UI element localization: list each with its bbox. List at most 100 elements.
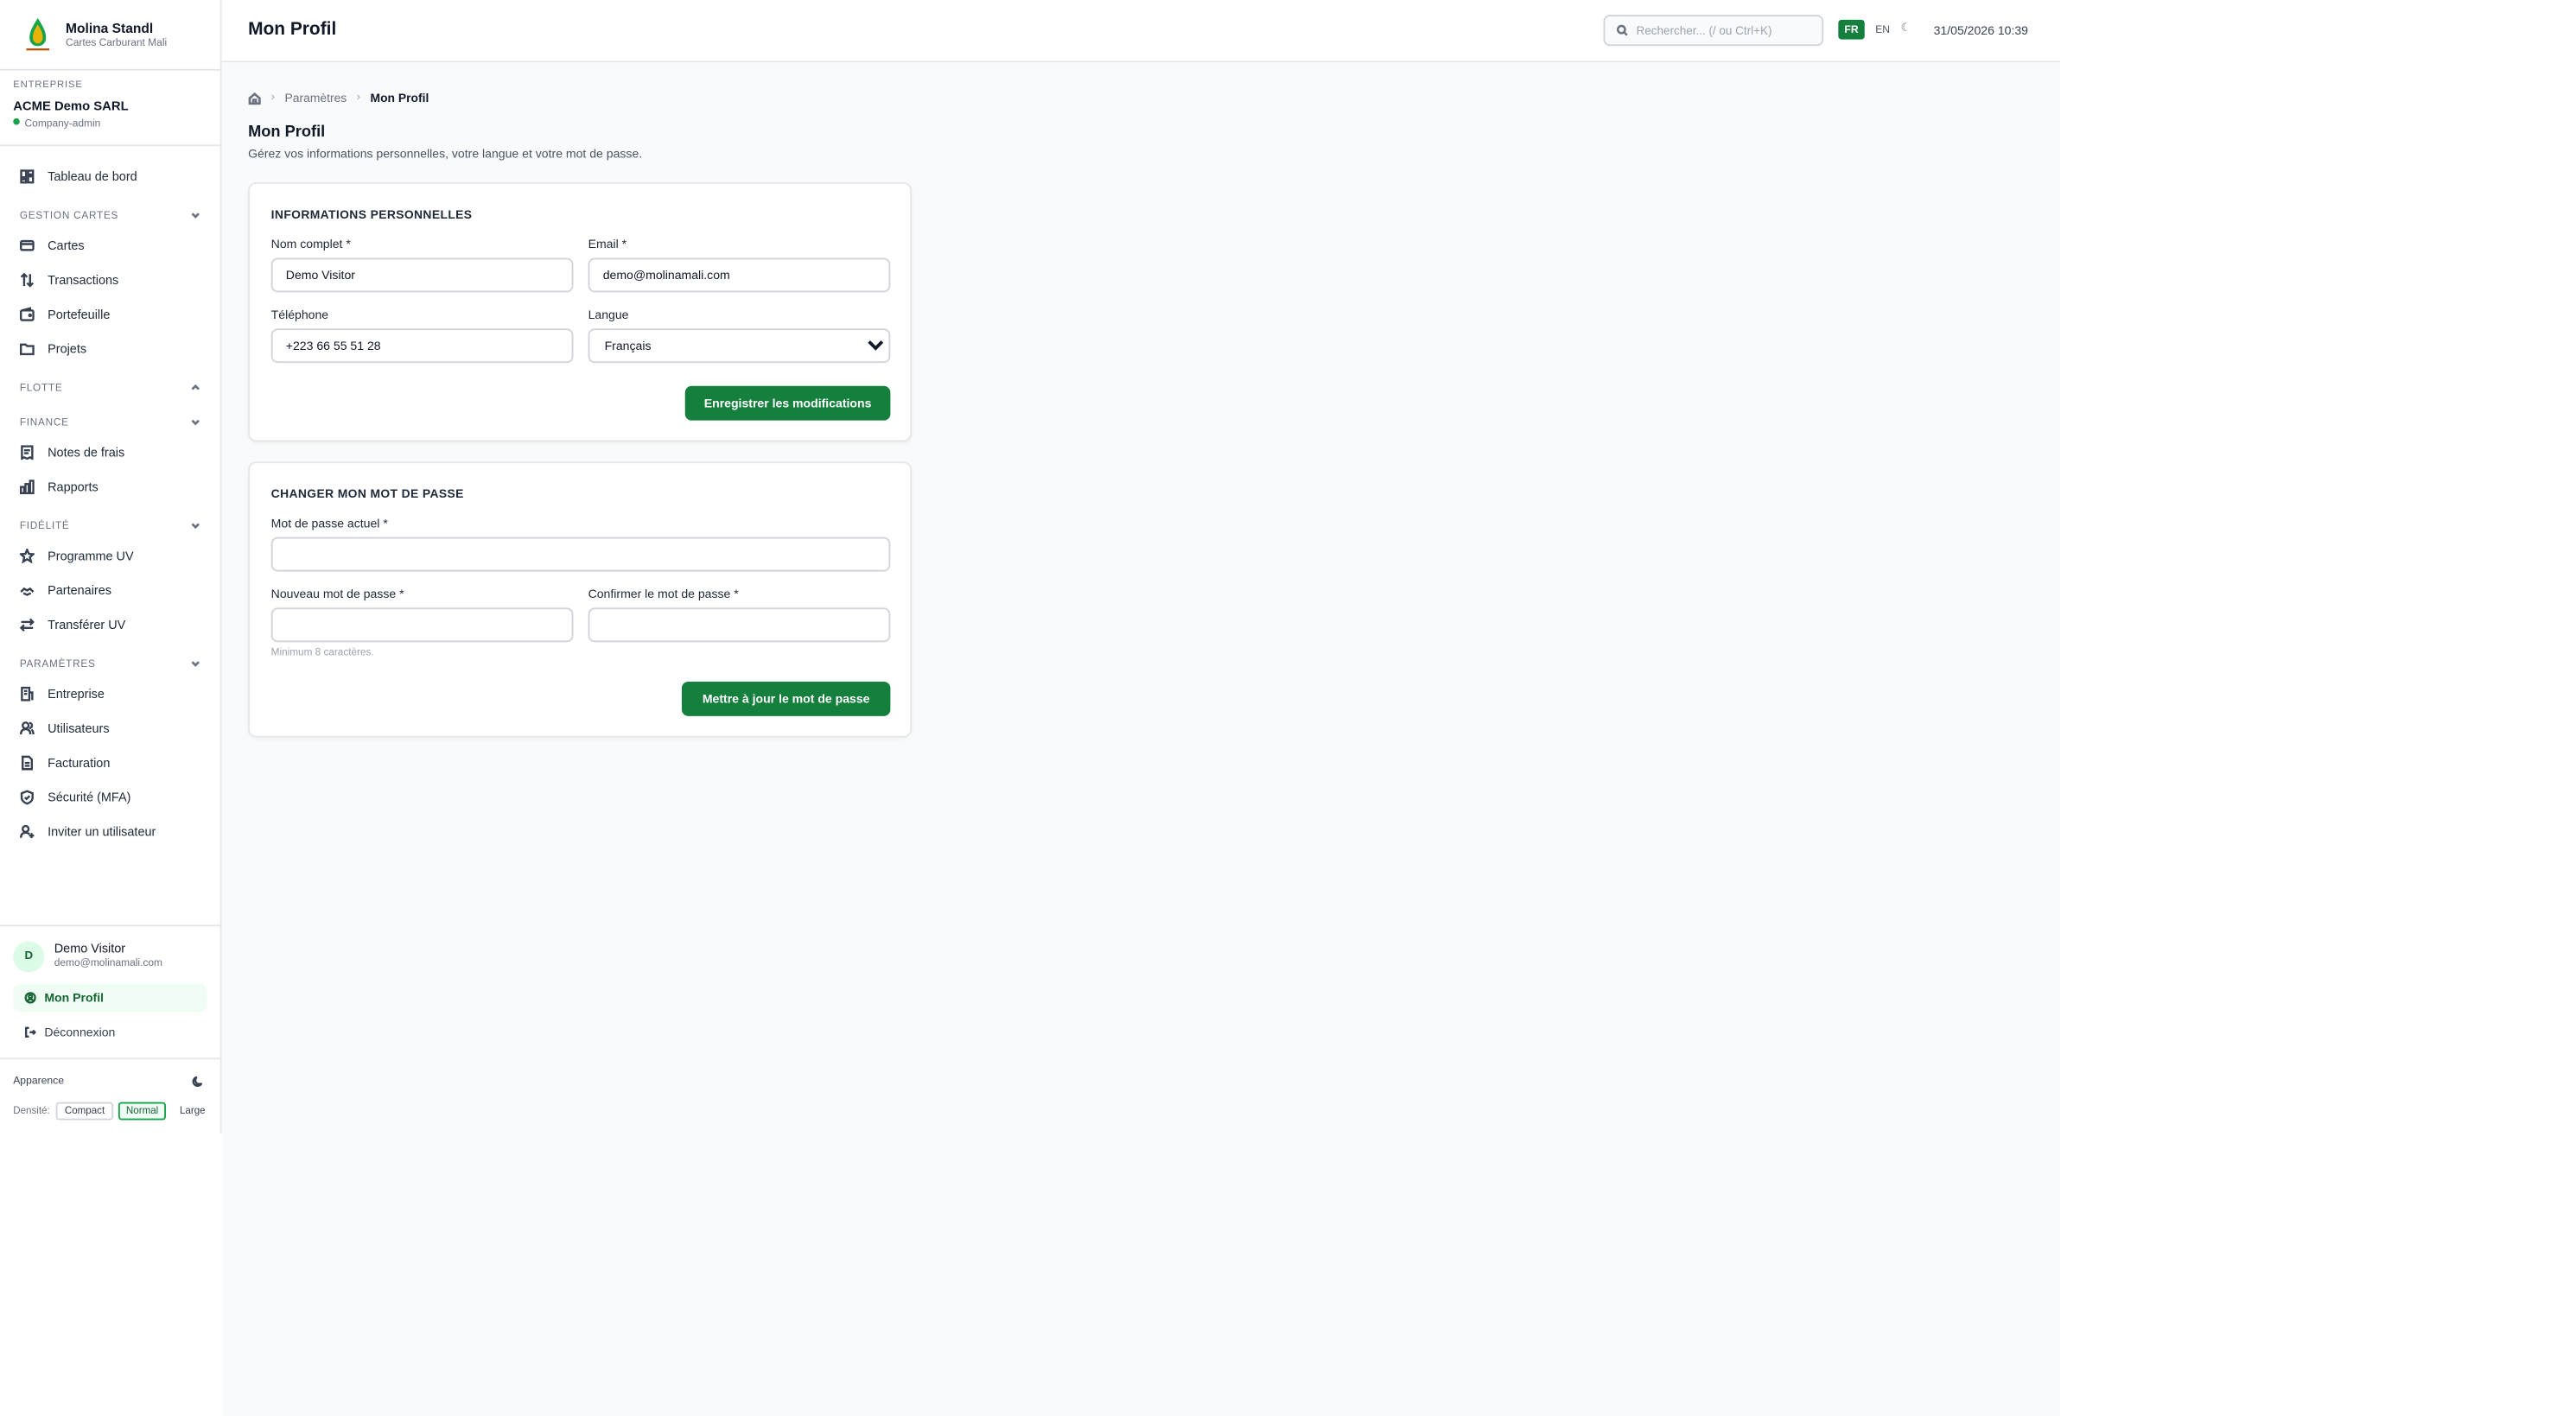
density-label: Densité:	[13, 1105, 50, 1117]
chevron-down-icon	[191, 213, 200, 219]
section-settings[interactable]: PARAMÈTRES	[20, 656, 200, 672]
sidebar-item-portefeuille[interactable]: Portefeuille	[19, 302, 209, 326]
card-title: CHANGER MON MOT DE PASSE	[270, 486, 464, 501]
sidebar-item-rapports[interactable]: Rapports	[19, 474, 209, 498]
topbar: Mon Profil FR EN ☾ 31/05/2026 10:39	[221, 0, 2060, 63]
brand-header: Molina Standl Cartes Carburant Mali	[0, 0, 222, 71]
section-label: GESTION CARTES	[19, 209, 119, 221]
sidebar-item-label: Tableau de bord	[48, 168, 137, 183]
breadcrumb: › Paramètres › Mon Profil	[248, 91, 429, 105]
language-select[interactable]: Français	[588, 328, 891, 364]
home-icon[interactable]	[248, 92, 261, 105]
email-label: Email *	[588, 236, 627, 251]
appearance-row: Apparence	[13, 1076, 204, 1088]
section-finance[interactable]: FINANCE	[20, 414, 200, 430]
breadcrumb-separator: ›	[270, 92, 276, 104]
file-text-icon	[22, 754, 34, 770]
density-compact-button[interactable]: Compact	[56, 1102, 113, 1121]
credit-card-icon	[19, 238, 35, 251]
current-password-label: Mot de passe actuel *	[270, 515, 388, 531]
handshake-icon	[20, 586, 35, 595]
new-password-input[interactable]	[270, 607, 574, 643]
sidebar-item-securite[interactable]: Sécurité (MFA)	[20, 785, 209, 809]
chevron-up-icon	[191, 384, 200, 391]
language-label: Langue	[588, 307, 629, 322]
phone-label: Téléphone	[270, 307, 329, 322]
search-box[interactable]	[1603, 15, 1824, 47]
confirm-password-input[interactable]	[588, 607, 891, 643]
sidebar-item-inviter[interactable]: Inviter un utilisateur	[19, 820, 209, 843]
bar-chart-icon	[19, 479, 35, 494]
save-button[interactable]: Enregistrer les modifications	[684, 385, 891, 421]
sidebar-item-dashboard[interactable]: Tableau de bord	[20, 164, 209, 187]
company-block: ENTREPRISE ACME Demo SARL Company-admin	[0, 71, 222, 147]
personal-info-card: INFORMATIONS PERSONNELLES Nom complet * …	[248, 182, 913, 442]
user-block: D Demo Visitor demo@molinamali.com Mon P…	[0, 924, 222, 1060]
star-icon	[19, 548, 35, 563]
company-name: ACME Demo SARL	[13, 98, 129, 114]
sidebar: Molina Standl Cartes Carburant Mali ENTR…	[0, 0, 222, 1133]
sidebar-item-label: Inviter un utilisateur	[48, 823, 156, 839]
shield-icon	[20, 789, 34, 804]
sidebar-item-cartes[interactable]: Cartes	[19, 233, 209, 257]
section-loyalty[interactable]: FIDÉLITÉ	[20, 518, 200, 534]
appearance-label: Apparence	[13, 1076, 64, 1088]
email-input[interactable]	[588, 257, 891, 293]
section-label: FIDÉLITÉ	[19, 519, 70, 532]
density-large-button[interactable]: Large	[171, 1102, 214, 1121]
name-label: Nom complet *	[270, 236, 351, 251]
sidebar-item-label: Sécurité (MFA)	[48, 789, 131, 804]
sidebar-item-projets[interactable]: Projets	[19, 337, 209, 360]
arrows-left-right-icon	[19, 617, 35, 632]
logout-label: Déconnexion	[44, 1025, 116, 1040]
sidebar-item-label: Cartes	[48, 237, 85, 252]
sidebar-item-transferer-uv[interactable]: Transférer UV	[19, 613, 209, 636]
brand-name: Molina Standl	[66, 21, 154, 36]
sidebar-item-partenaires[interactable]: Partenaires	[20, 578, 209, 601]
avatar: D	[13, 941, 45, 973]
sidebar-item-facturation[interactable]: Facturation	[20, 751, 209, 774]
main-content: › Paramètres › Mon Profil Mon Profil Gér…	[221, 62, 2060, 1416]
section-fleet[interactable]: FLOTTE	[20, 379, 200, 396]
current-password-input[interactable]	[270, 537, 891, 572]
company-role: Company-admin	[13, 117, 101, 130]
arrows-up-down-icon	[20, 271, 35, 287]
search-icon	[1616, 24, 1628, 36]
lang-en-button[interactable]: EN	[1871, 20, 1894, 40]
search-input[interactable]	[1636, 23, 1817, 37]
user-circle-icon	[24, 992, 36, 1004]
sidebar-item-notes-de-frais[interactable]: Notes de frais	[20, 440, 209, 463]
sidebar-item-programme-uv[interactable]: Programme UV	[19, 543, 209, 567]
section-label: FINANCE	[19, 416, 69, 429]
sidebar-item-label: Partenaires	[48, 581, 111, 598]
lang-fr-button[interactable]: FR	[1838, 19, 1865, 40]
sidebar-item-entreprise[interactable]: Entreprise	[20, 682, 209, 705]
phone-input[interactable]	[270, 328, 574, 364]
sidebar-item-label: Notes de frais	[48, 444, 125, 460]
page-title: Mon Profil	[248, 123, 326, 142]
logout-icon	[25, 1026, 36, 1038]
moon-icon[interactable]	[192, 1076, 203, 1087]
density-normal-button[interactable]: Normal	[118, 1102, 167, 1121]
name-input[interactable]	[270, 257, 574, 293]
breadcrumb-parent[interactable]: Paramètres	[285, 91, 347, 105]
company-role-text: Company-admin	[24, 117, 101, 130]
confirm-password-label: Confirmer le mot de passe *	[588, 586, 739, 601]
sidebar-item-transactions[interactable]: Transactions	[20, 268, 209, 291]
folder-icon	[19, 342, 35, 355]
logout-link[interactable]: Déconnexion	[13, 1019, 207, 1046]
datetime: 31/05/2026 10:39	[1933, 22, 2028, 38]
brand-subtitle: Cartes Carburant Mali	[66, 37, 168, 50]
user-plus-icon	[19, 823, 35, 838]
update-password-button[interactable]: Mettre à jour le mot de passe	[681, 681, 891, 716]
card-title: INFORMATIONS PERSONNELLES	[270, 206, 473, 222]
status-dot	[13, 117, 20, 125]
section-cards[interactable]: GESTION CARTES	[20, 207, 200, 224]
sidebar-item-label: Transférer UV	[48, 616, 126, 632]
wallet-icon	[19, 306, 35, 321]
sidebar-item-label: Entreprise	[48, 685, 105, 701]
theme-toggle-icon[interactable]: ☾	[1901, 22, 1918, 41]
new-password-label: Nouveau mot de passe *	[270, 586, 404, 601]
sidebar-item-utilisateurs[interactable]: Utilisateurs	[19, 716, 209, 740]
profile-link[interactable]: Mon Profil	[13, 983, 207, 1013]
